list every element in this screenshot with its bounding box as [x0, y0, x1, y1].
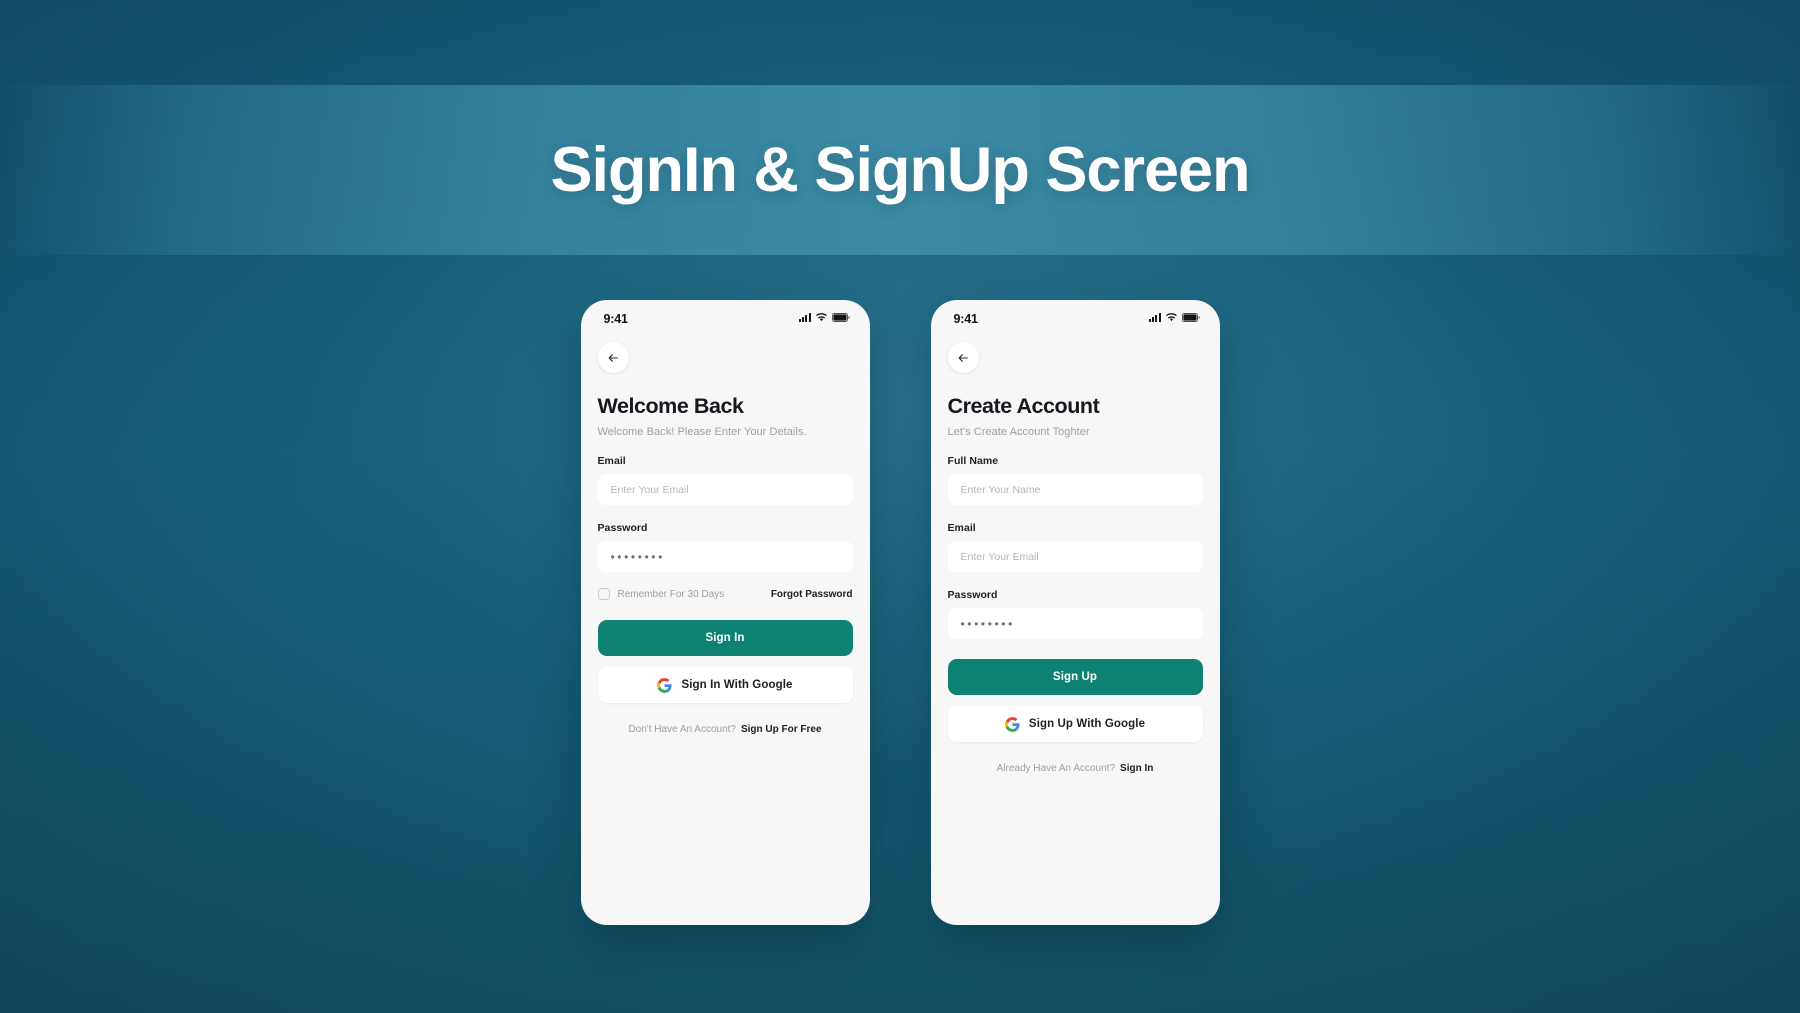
signup-password-input[interactable]: ••••••••: [947, 608, 1203, 639]
sign-in-button[interactable]: Sign In: [597, 620, 853, 656]
arrow-left-icon: [956, 351, 970, 365]
signup-fullname-field-group: Full Name Enter Your Name: [947, 455, 1203, 505]
signin-email-label: Email: [597, 455, 626, 467]
signup-password-field-group: Password ••••••••: [947, 589, 1203, 639]
battery-icon: [831, 313, 850, 322]
sign-in-with-google-button[interactable]: Sign In With Google: [597, 667, 853, 703]
signin-password-input[interactable]: ••••••••: [597, 541, 853, 572]
signin-password-field-group: Password ••••••••: [597, 522, 853, 572]
signin-subheading: Welcome Back! Please Enter Your Details.: [597, 426, 807, 438]
battery-icon: [1181, 313, 1200, 322]
forgot-password-link[interactable]: Forgot Password: [771, 589, 853, 600]
cellular-signal-icon: [1148, 313, 1161, 322]
signup-heading: Create Account: [947, 394, 1100, 418]
banner-band: SignIn & SignUp Screen: [0, 85, 1800, 255]
sign-up-with-google-label: Sign Up With Google: [1028, 718, 1146, 730]
signin-password-label: Password: [597, 522, 648, 534]
signup-email-field-group: Email Enter Your Email: [947, 522, 1203, 572]
signup-password-label: Password: [947, 589, 998, 601]
signin-back-row: [581, 334, 870, 373]
arrow-left-icon: [606, 351, 620, 365]
google-icon: [657, 677, 672, 693]
back-button[interactable]: [947, 342, 979, 373]
signin-heading: Welcome Back: [597, 394, 744, 418]
status-bar-time: 9:41: [603, 312, 628, 326]
sign-in-with-google-label: Sign In With Google: [681, 679, 793, 691]
signin-screen-body: Welcome Back Welcome Back! Please Enter …: [581, 373, 870, 735]
signup-footer-row: Already Have An Account? Sign In: [948, 763, 1203, 774]
signin-footer-text: Don't Have An Account?: [628, 724, 736, 735]
google-icon: [1004, 716, 1020, 732]
wifi-icon: [1165, 313, 1177, 322]
sign-in-link[interactable]: Sign In: [1120, 763, 1153, 774]
sign-up-with-google-button[interactable]: Sign Up With Google: [947, 706, 1203, 742]
signin-phone-mockup: 9:41 Welcome Back Welcome Back! Please E…: [580, 300, 870, 925]
status-bar-time: 9:41: [953, 312, 978, 326]
signin-status-bar: 9:41: [581, 300, 870, 334]
cellular-signal-icon: [798, 313, 811, 322]
signup-status-bar: 9:41: [931, 300, 1220, 334]
signup-footer-text: Already Have An Account?: [996, 763, 1116, 774]
back-button[interactable]: [597, 342, 629, 373]
signup-phone-mockup: 9:41 Create Account Let's Create Account…: [930, 300, 1220, 925]
remember-me-label: Remember For 30 Days: [617, 588, 725, 600]
signup-screen-body: Create Account Let's Create Account Togh…: [931, 373, 1220, 774]
signin-email-input[interactable]: Enter Your Email: [597, 474, 853, 505]
signup-email-input[interactable]: Enter Your Email: [947, 541, 1203, 572]
signup-fullname-input[interactable]: Enter Your Name: [947, 474, 1203, 505]
remember-me-checkbox[interactable]: [597, 588, 610, 600]
sign-up-button[interactable]: Sign Up: [947, 659, 1203, 695]
signin-footer-row: Don't Have An Account? Sign Up For Free: [598, 724, 853, 735]
signup-back-row: [931, 334, 1220, 373]
signin-email-field-group: Email Enter Your Email: [597, 455, 853, 505]
status-bar-icons: [1148, 312, 1200, 322]
phone-mockups: 9:41 Welcome Back Welcome Back! Please E…: [0, 300, 1800, 925]
page-title: SignIn & SignUp Screen: [550, 135, 1250, 205]
remember-me-toggle[interactable]: Remember For 30 Days: [597, 588, 725, 600]
signup-fullname-label: Full Name: [947, 455, 999, 467]
signin-options-row: Remember For 30 Days Forgot Password: [597, 588, 853, 600]
wifi-icon: [815, 313, 827, 322]
signup-email-label: Email: [947, 522, 976, 534]
sign-up-for-free-link[interactable]: Sign Up For Free: [741, 724, 822, 735]
status-bar-icons: [798, 312, 850, 322]
signup-subheading: Let's Create Account Toghter: [947, 426, 1090, 438]
